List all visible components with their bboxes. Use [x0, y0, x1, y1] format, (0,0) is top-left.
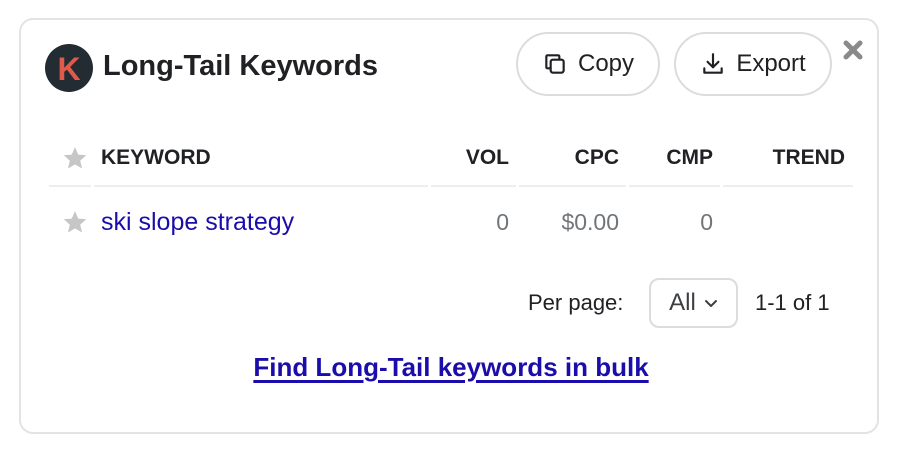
- cpc-value: $0.00: [561, 209, 619, 235]
- trend-value: [739, 190, 845, 254]
- star-icon[interactable]: [61, 208, 89, 236]
- column-header-trend[interactable]: TREND: [739, 132, 845, 184]
- star-icon[interactable]: [61, 144, 89, 172]
- volume-value: 0: [496, 209, 509, 235]
- keywords-everywhere-logo: K: [45, 44, 93, 92]
- table-header: KEYWORD VOL CPC CMP TREND: [49, 132, 853, 188]
- cmp-value: 0: [700, 209, 713, 235]
- download-icon: [700, 51, 726, 77]
- long-tail-keywords-widget: K Long-Tail Keywords Copy Export KEYWORD…: [19, 18, 879, 434]
- copy-icon: [542, 51, 568, 77]
- pagination-range: 1-1 of 1: [755, 290, 830, 315]
- export-button[interactable]: Export: [674, 32, 832, 96]
- svg-text:K: K: [57, 51, 80, 87]
- header-divider: [629, 185, 720, 187]
- chevron-down-icon: [704, 289, 718, 317]
- column-header-vol[interactable]: VOL: [429, 132, 509, 184]
- column-header-cmp[interactable]: CMP: [633, 132, 713, 184]
- per-page-label: Per page:: [528, 290, 624, 315]
- per-page-value: All: [669, 289, 696, 316]
- column-header-keyword[interactable]: KEYWORD: [101, 132, 211, 184]
- find-in-bulk-link[interactable]: Find Long-Tail keywords in bulk: [253, 352, 648, 382]
- table-row: ski slope strategy 0 $0.00 0: [49, 190, 853, 254]
- copy-button[interactable]: Copy: [516, 32, 660, 96]
- header-divider: [519, 185, 626, 187]
- export-label: Export: [736, 50, 806, 77]
- column-header-cpc[interactable]: CPC: [539, 132, 619, 184]
- close-icon[interactable]: [841, 38, 865, 62]
- header-divider: [49, 185, 91, 187]
- copy-label: Copy: [577, 50, 635, 77]
- per-page-select[interactable]: All: [649, 278, 738, 328]
- widget-title: Long-Tail Keywords: [103, 50, 378, 82]
- header-divider: [431, 185, 516, 187]
- keyword-link[interactable]: ski slope strategy: [101, 190, 294, 254]
- bulk-link-container: Find Long-Tail keywords in bulk: [21, 352, 881, 383]
- header-divider: [723, 185, 853, 187]
- header-divider: [94, 185, 428, 187]
